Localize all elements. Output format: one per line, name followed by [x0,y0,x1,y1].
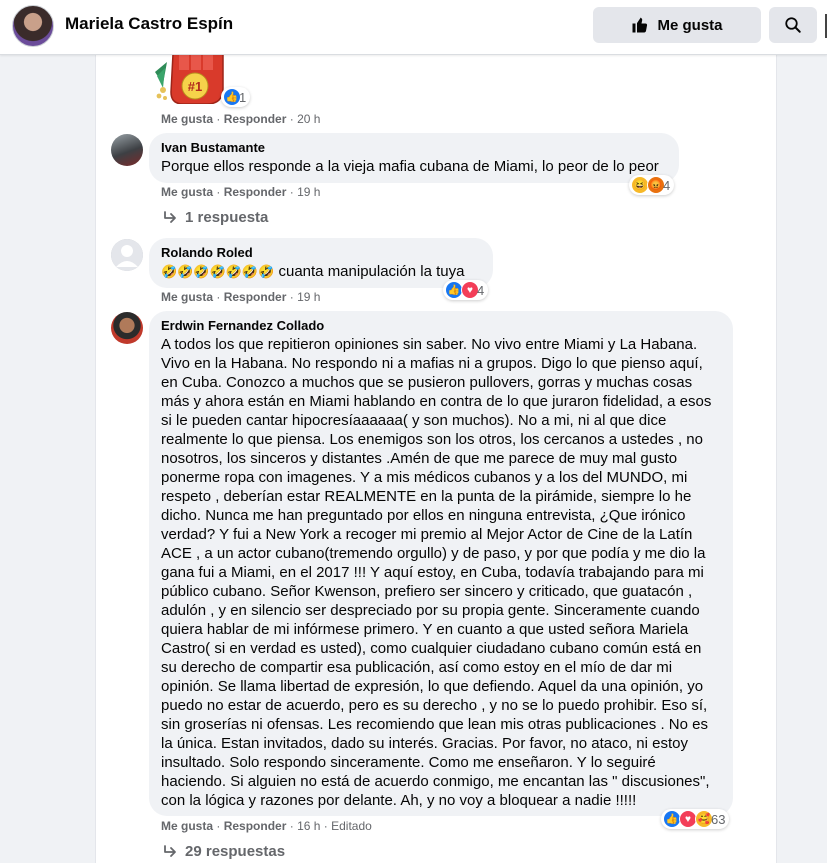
reaction-count: 4 [663,177,671,193]
separator: · [289,112,294,126]
comment-actions: Me gusta · Responder · 19 h [161,185,320,199]
separator: · [289,819,294,833]
comment-time[interactable]: 19 h [297,185,320,199]
search-button[interactable] [769,7,817,43]
commenter-avatar[interactable] [111,239,143,271]
laughing-emojis: 🤣🤣🤣🤣🤣🤣🤣 [161,264,275,279]
thumbs-up-icon [632,17,648,33]
separator: · [216,185,221,199]
page-title[interactable]: Mariela Castro Espín [65,14,233,34]
separator: · [216,819,221,833]
reaction-summary[interactable]: 😆 😡 4 [629,175,675,195]
reaction-count: 4 [477,282,485,298]
reply-arrow-icon [164,210,176,223]
comment-time[interactable]: 19 h [297,290,320,304]
comment-time[interactable]: 20 h [297,112,320,126]
page-avatar[interactable] [12,5,54,47]
like-page-button[interactable]: Me gusta [593,7,761,43]
number-one-foam-finger-sticker: #1 [155,54,224,104]
comment-text: Porque ellos responde a la vieja mafia c… [161,158,659,175]
replies-count-label: 29 respuestas [185,843,286,860]
comment-actions: Me gusta · Responder · 19 h [161,290,320,304]
comment-bubble: Ivan Bustamante Porque ellos responde a … [149,133,679,183]
view-replies-link[interactable]: 1 respuesta [163,209,268,226]
sticker-text: #1 [188,79,202,94]
view-replies-link[interactable]: 29 respuestas [163,843,285,860]
comment-text-line: 🤣🤣🤣🤣🤣🤣🤣 cuanta manipulación la tuya [161,262,481,281]
comment-bubble: Erdwin Fernandez Collado A todos los que… [149,311,733,816]
comment-like-link[interactable]: Me gusta [161,290,213,304]
separator: · [216,112,221,126]
comment-author[interactable]: Ivan Bustamante [161,140,667,155]
comment-like-link[interactable]: Me gusta [161,185,213,199]
comment-reply-link[interactable]: Responder [224,819,287,833]
reaction-summary[interactable]: 👍 1 [221,87,251,107]
commenter-avatar[interactable] [111,134,143,166]
reaction-summary[interactable]: 👍 ♥ 4 [443,280,489,300]
reply-arrow-icon [164,844,176,857]
comment-time[interactable]: 16 h [297,819,320,833]
comment-text: A todos los que repitieron opiniones sin… [161,336,712,809]
comment-reply-link[interactable]: Responder [224,185,287,199]
separator: · [216,290,221,304]
edited-label: Editado [331,819,372,833]
separator: · [289,185,294,199]
reaction-summary[interactable]: 👍 ♥ 🥰 63 [661,809,730,829]
comment-actions: Me gusta · Responder · 16 h · Editado [161,819,372,833]
like-button-label: Me gusta [657,16,723,34]
separator: · [289,290,294,304]
replies-count-label: 1 respuesta [185,209,269,226]
comment-text: cuanta manipulación la tuya [278,263,465,280]
comment-author[interactable]: Erdwin Fernandez Collado [161,318,721,333]
page-header: Mariela Castro Espín Me gusta [0,0,827,55]
comment-actions: Me gusta · Responder · 20 h [161,112,320,126]
search-icon [785,17,801,33]
comment-bubble: Rolando Roled 🤣🤣🤣🤣🤣🤣🤣 cuanta manipulació… [149,238,493,288]
comment-author[interactable]: Rolando Roled [161,245,481,260]
comment-reply-link[interactable]: Responder [224,290,287,304]
comment-like-link[interactable]: Me gusta [161,112,213,126]
commenter-avatar[interactable] [111,312,143,344]
reaction-count: 1 [239,89,247,105]
reaction-count: 63 [711,811,726,827]
separator: · [323,819,328,833]
default-avatar-icon [111,239,143,271]
comment-like-link[interactable]: Me gusta [161,819,213,833]
comment-reply-link[interactable]: Responder [224,112,287,126]
